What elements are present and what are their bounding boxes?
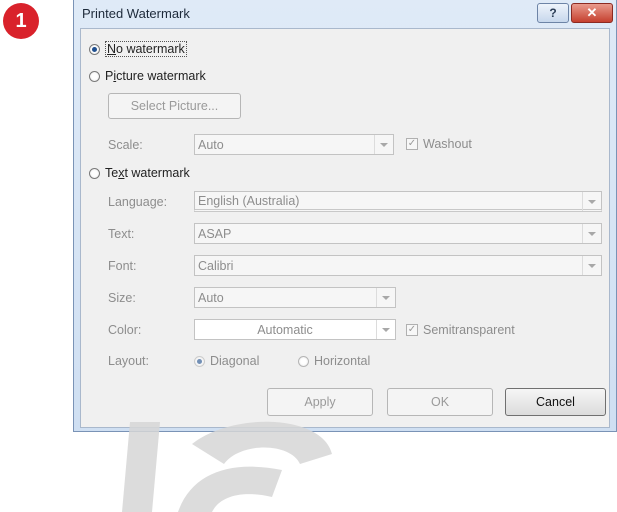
semitransparent-label: Semitransparent — [423, 323, 515, 337]
step-number-badge: 1 — [3, 3, 39, 39]
no-watermark-option[interactable]: No watermark — [89, 39, 187, 59]
layout-diagonal-radio[interactable] — [194, 355, 205, 367]
text-watermark-option[interactable]: Text watermark — [89, 163, 190, 183]
chevron-down-icon — [374, 135, 393, 154]
text-label: Text: — [108, 227, 135, 241]
no-watermark-radio[interactable] — [89, 43, 100, 55]
scale-label: Scale: — [108, 138, 143, 152]
color-label: Color: — [108, 323, 142, 337]
text-dropdown[interactable]: ASAP — [194, 223, 602, 244]
size-dropdown[interactable]: Auto — [194, 287, 396, 308]
text-watermark-radio[interactable] — [89, 167, 100, 179]
font-label: Font: — [108, 259, 137, 273]
help-button[interactable]: ? — [537, 3, 569, 23]
color-value: Automatic — [257, 322, 313, 337]
text-watermark-label: Text watermark — [105, 166, 190, 180]
text-value: ASAP — [198, 226, 232, 241]
washout-checkbox[interactable]: ✓ — [406, 138, 418, 150]
picture-watermark-label: Picture watermark — [105, 69, 206, 83]
close-icon: ✕ — [586, 5, 598, 20]
chevron-down-icon — [582, 192, 601, 211]
washout-option[interactable]: ✓ Washout — [406, 134, 472, 154]
ok-label: OK — [430, 395, 450, 409]
layout-diagonal-option[interactable]: Diagonal — [194, 351, 259, 371]
close-button[interactable]: ✕ — [571, 3, 613, 23]
help-icon: ? — [549, 6, 557, 20]
layout-horizontal-radio[interactable] — [298, 355, 309, 367]
scale-value: Auto — [198, 137, 224, 152]
size-label: Size: — [108, 291, 136, 305]
layout-label: Layout: — [108, 354, 150, 368]
select-picture-button[interactable]: Select Picture... — [108, 93, 241, 119]
chevron-down-icon — [376, 320, 395, 339]
picture-watermark-option[interactable]: Picture watermark — [89, 66, 206, 86]
scale-dropdown[interactable]: Auto — [194, 134, 394, 155]
dialog-content: No watermark Picture watermark Select Pi… — [80, 28, 610, 428]
washout-label: Washout — [423, 137, 472, 151]
font-dropdown[interactable]: Calibri — [194, 255, 602, 276]
semitransparent-option[interactable]: ✓ Semitransparent — [406, 320, 515, 340]
language-value: English (Australia) — [198, 193, 300, 208]
language-dropdown[interactable]: English (Australia) — [194, 191, 602, 212]
ok-button[interactable]: OK — [387, 388, 493, 416]
printed-watermark-dialog: Printed Watermark ? ✕ No watermark Pictu… — [73, 0, 617, 432]
no-watermark-label: No watermark — [105, 41, 187, 57]
layout-diagonal-label: Diagonal — [210, 354, 260, 368]
chevron-down-icon — [582, 224, 601, 243]
layout-horizontal-option[interactable]: Horizontal — [298, 351, 370, 371]
font-value: Calibri — [198, 258, 234, 273]
picture-watermark-radio[interactable] — [89, 70, 100, 82]
semitransparent-checkbox[interactable]: ✓ — [406, 324, 418, 336]
cancel-label: Cancel — [536, 395, 575, 409]
chevron-down-icon — [376, 288, 395, 307]
select-picture-label: Select Picture... — [130, 99, 219, 113]
apply-button[interactable]: Apply — [267, 388, 373, 416]
dialog-title: Printed Watermark — [82, 6, 190, 21]
color-dropdown[interactable]: Automatic — [194, 319, 396, 340]
size-value: Auto — [198, 290, 224, 305]
title-bar[interactable]: Printed Watermark ? ✕ — [74, 0, 616, 28]
chevron-down-icon — [582, 256, 601, 275]
cancel-button[interactable]: Cancel — [505, 388, 606, 416]
language-label: Language: — [108, 195, 168, 209]
layout-horizontal-label: Horizontal — [314, 354, 371, 368]
apply-label: Apply — [304, 395, 336, 409]
